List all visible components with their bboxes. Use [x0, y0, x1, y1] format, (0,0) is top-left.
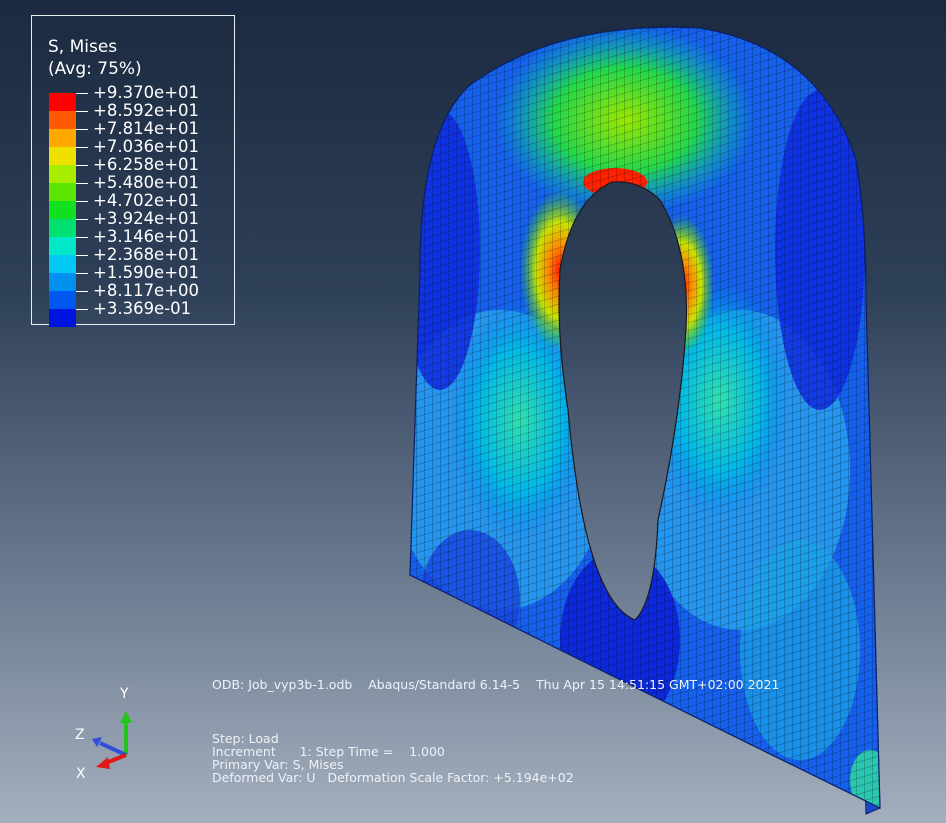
legend-tick: [76, 309, 88, 310]
legend-value: +9.370e+01: [93, 83, 200, 102]
x-axis-label: X: [76, 766, 86, 782]
legend-value: +3.146e+01: [93, 227, 200, 246]
legend-swatch: [49, 147, 76, 165]
legend-tick: [76, 219, 88, 220]
legend-swatch: [49, 129, 76, 147]
legend-title: S, Mises: [48, 37, 118, 57]
deformed-var-info: Deformed Var: U Deformation Scale Factor…: [212, 770, 574, 785]
legend-swatch: [49, 93, 76, 111]
legend-swatch: [49, 111, 76, 129]
legend-tick: [76, 255, 88, 256]
legend-swatch: [49, 273, 76, 291]
legend-value: +3.369e-01: [93, 299, 192, 318]
legend-tick: [76, 237, 88, 238]
legend-swatch: [49, 309, 76, 327]
legend-value: +6.258e+01: [93, 155, 200, 174]
z-axis-label: Z: [75, 727, 85, 743]
contour-legend: S, Mises (Avg: 75%) +9.370e+01 +8.592e+01…: [31, 15, 235, 327]
legend-swatch: [49, 165, 76, 183]
legend-tick: [76, 201, 88, 202]
legend-swatch: [49, 201, 76, 219]
viewport[interactable]: S, Mises (Avg: 75%) +9.370e+01 +8.592e+01…: [0, 0, 946, 823]
legend-value: +7.814e+01: [93, 119, 200, 138]
legend-tick: [76, 183, 88, 184]
fem-part: [409, 26, 881, 815]
y-axis-label: Y: [120, 686, 129, 702]
legend-value: +3.924e+01: [93, 209, 200, 228]
odb-info: ODB: Job_vyp3b-1.odb Abaqus/Standard 6.1…: [212, 677, 780, 692]
legend-tick: [76, 93, 88, 94]
legend-value: +4.702e+01: [93, 191, 200, 210]
legend-value: +8.592e+01: [93, 101, 200, 120]
legend-value: +1.590e+01: [93, 263, 200, 282]
legend-value: +2.368e+01: [93, 245, 200, 264]
legend-swatch: [49, 255, 76, 273]
view-triad: Y Z X: [70, 685, 140, 785]
legend-swatch: [49, 219, 76, 237]
legend-subtitle: (Avg: 75%): [48, 59, 142, 79]
legend-tick: [76, 291, 88, 292]
legend-value: +7.036e+01: [93, 137, 200, 156]
legend-tick: [76, 273, 88, 274]
x-axis-arrow: [105, 753, 127, 765]
legend-swatch: [49, 291, 76, 309]
legend-value: +8.117e+00: [93, 281, 200, 300]
legend-value: +5.480e+01: [93, 173, 200, 192]
legend-tick: [76, 165, 88, 166]
legend-tick: [76, 129, 88, 130]
legend-swatch: [49, 237, 76, 255]
legend-swatch: [49, 183, 76, 201]
legend-tick: [76, 147, 88, 148]
legend-tick: [76, 111, 88, 112]
z-axis-arrow: [99, 741, 127, 757]
